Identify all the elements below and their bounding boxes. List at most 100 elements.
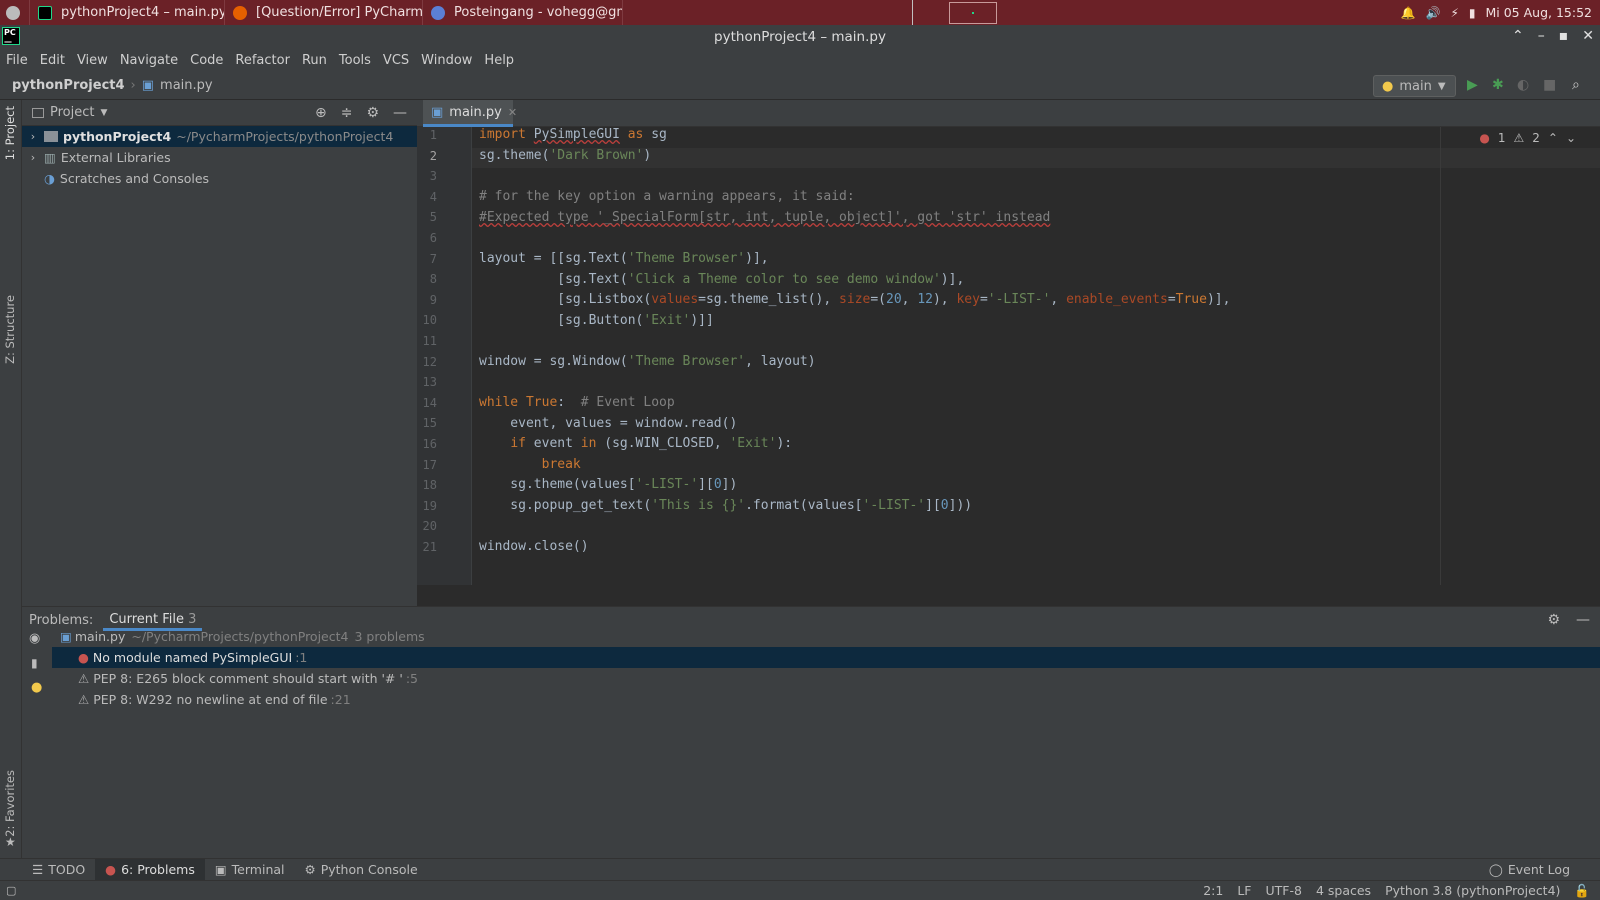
python-icon: ● <box>1382 78 1394 94</box>
clock[interactable]: Mi 05 Aug, 15:52 <box>1486 5 1593 20</box>
tab-problems[interactable]: ● 6: Problems <box>95 858 205 881</box>
line-number: 11 <box>422 334 437 348</box>
app-launcher-button[interactable] <box>0 0 30 25</box>
next-problem-icon[interactable]: ⌄ <box>1566 131 1576 145</box>
chevron-down-icon[interactable]: ▼ <box>100 108 107 118</box>
caret-position[interactable]: 2:1 <box>1203 883 1223 899</box>
bell-icon[interactable]: 🔔 <box>1401 6 1416 20</box>
close-button[interactable]: ✕ <box>1582 28 1594 44</box>
coverage-icon[interactable]: ◐ <box>1517 77 1529 93</box>
file-encoding[interactable]: UTF-8 <box>1266 883 1302 899</box>
code-editor[interactable]: 1 2 3 4 5 6 7 8 9 10 11 12 13 14 15 16 17 18 19 20 21 ● 1 ⚠ 2 … <box>417 127 1600 585</box>
task-pycharm[interactable]: pythonProject4 – main.py <box>30 0 225 25</box>
line-separator[interactable]: LF <box>1237 883 1251 899</box>
problem-row[interactable]: ⚠ PEP 8: E265 block comment should start… <box>52 668 1600 689</box>
eye-icon[interactable]: ◉ <box>29 631 40 646</box>
tab-label: Terminal <box>231 862 285 877</box>
collapse-all-icon[interactable]: ≑ <box>341 105 353 121</box>
hide-icon[interactable]: — <box>393 105 407 121</box>
menu-refactor[interactable]: Refactor <box>229 53 296 68</box>
tab-main-py[interactable]: ▣ main.py ✕ <box>423 100 517 127</box>
inspection-widget[interactable]: ● 1 ⚠ 2 ⌃ ⌄ <box>1479 131 1576 145</box>
warning-icon: ⚠ <box>78 671 90 686</box>
tray-pycharm-button[interactable] <box>949 1 997 24</box>
tab-project[interactable]: 1: Project <box>3 106 17 160</box>
menu-tools[interactable]: Tools <box>333 53 377 68</box>
code-line: window.close() <box>479 539 589 554</box>
previous-problem-icon[interactable]: ⌃ <box>1548 131 1558 145</box>
bottom-tool-tabs: ☰ TODO ● 6: Problems ▣ Terminal ⚙ Python… <box>0 858 1600 881</box>
tab-label: main.py <box>449 104 502 120</box>
locate-icon[interactable]: ⊕ <box>315 105 327 121</box>
run-icon[interactable]: ▶ <box>1467 77 1478 93</box>
close-icon[interactable]: ✕ <box>508 106 517 119</box>
menu-view[interactable]: View <box>71 53 114 68</box>
breadcrumb-project[interactable]: pythonProject4 <box>12 78 125 93</box>
event-log-button[interactable]: ◯ Event Log <box>1479 859 1600 881</box>
warning-count: 2 <box>1532 131 1540 145</box>
menu-vcs[interactable]: VCS <box>377 53 415 68</box>
code-line: layout = [[sg.Text('Theme Browser')], <box>479 251 769 266</box>
tab-structure[interactable]: Z: Structure <box>3 295 17 364</box>
tree-item-scratches[interactable]: ◑ Scratches and Consoles <box>22 168 417 189</box>
problem-file-summary: 3 problems <box>354 629 425 644</box>
project-panel-title[interactable]: Project <box>50 105 94 120</box>
problem-location: :5 <box>405 671 418 686</box>
menu-window[interactable]: Window <box>415 53 478 68</box>
tab-python-console[interactable]: ⚙ Python Console <box>295 859 428 881</box>
problem-file-row[interactable]: ▣ main.py ~/PycharmProjects/pythonProjec… <box>52 626 1600 647</box>
python-file-icon: ▣ <box>60 629 72 644</box>
line-number: 12 <box>422 354 437 369</box>
indent-setting[interactable]: 4 spaces <box>1316 883 1371 899</box>
task-firefox[interactable]: [Question/Error] PyCharm I... <box>225 0 423 25</box>
network-icon[interactable]: ⚡ <box>1450 6 1458 20</box>
code-line: event, values = window.read() <box>479 416 738 431</box>
toggle-tool-windows-icon[interactable]: ▢ <box>6 884 16 897</box>
tab-terminal[interactable]: ▣ Terminal <box>205 859 295 881</box>
chevron-right-icon[interactable]: › <box>22 151 44 164</box>
tab-label: Current File <box>109 612 185 627</box>
debug-icon[interactable]: ✱ <box>1492 77 1504 93</box>
line-number: 5 <box>429 210 437 225</box>
tab-label: TODO <box>48 862 86 877</box>
menu-run[interactable]: Run <box>296 53 333 68</box>
error-icon: ● <box>78 650 89 665</box>
search-icon[interactable]: ⌕ <box>1572 77 1580 93</box>
line-number: 21 <box>422 540 437 554</box>
bulb-icon[interactable]: ● <box>31 680 42 695</box>
task-thunderbird[interactable]: Posteingang - vohegg@gmai... <box>423 0 623 25</box>
code-line: [sg.Text('Click a Theme color to see dem… <box>479 272 965 287</box>
tree-item-external-libraries[interactable]: › ▥ External Libraries <box>22 147 417 168</box>
collapse-icon[interactable]: ⌃ <box>1512 28 1524 44</box>
problem-row[interactable]: ⚠ PEP 8: W292 no newline at end of file … <box>52 689 1600 710</box>
stop-icon[interactable]: ■ <box>1543 77 1556 93</box>
python-interpreter[interactable]: Python 3.8 (pythonProject4) <box>1385 883 1560 899</box>
lock-icon[interactable]: 🔓 <box>1574 883 1590 899</box>
menu-navigate[interactable]: Navigate <box>114 53 184 68</box>
battery-icon[interactable]: ▮ <box>1469 6 1476 20</box>
menu-edit[interactable]: Edit <box>34 53 71 68</box>
volume-icon[interactable]: 🔊 <box>1426 6 1441 20</box>
menu-bar: File Edit View Navigate Code Refactor Ru… <box>0 49 1600 72</box>
tab-favorites[interactable]: 2: Favorites <box>3 770 17 837</box>
tab-todo[interactable]: ☰ TODO <box>22 859 95 881</box>
run-config-select[interactable]: ● main ▼ <box>1373 75 1456 97</box>
breadcrumb-file[interactable]: main.py <box>160 78 213 93</box>
problem-row[interactable]: ● No module named PySimpleGUI :1 <box>52 647 1600 668</box>
line-number: 15 <box>422 416 437 431</box>
tree-item-project-root[interactable]: › pythonProject4 ~/PycharmProjects/pytho… <box>22 126 417 147</box>
menu-code[interactable]: Code <box>184 53 229 68</box>
pycharm-tray-icon <box>972 11 974 14</box>
preview-icon[interactable]: ▮ <box>31 656 38 670</box>
problem-file: main.py <box>74 629 126 644</box>
project-panel: Project ▼ ⊕ ≑ ⚙ — › pythonProject4 ~/Pyc… <box>22 100 417 606</box>
minimize-button[interactable]: – <box>1538 28 1545 44</box>
maximize-button[interactable]: ▪ <box>1559 28 1569 44</box>
event-log-icon: ◯ <box>1488 862 1503 877</box>
gear-icon[interactable]: ⚙ <box>366 105 379 121</box>
chevron-right-icon[interactable]: › <box>22 130 44 143</box>
library-icon: ▥ <box>44 150 56 165</box>
menu-help[interactable]: Help <box>478 53 520 68</box>
right-margin-guide <box>1440 127 1441 585</box>
menu-file[interactable]: File <box>0 53 34 68</box>
